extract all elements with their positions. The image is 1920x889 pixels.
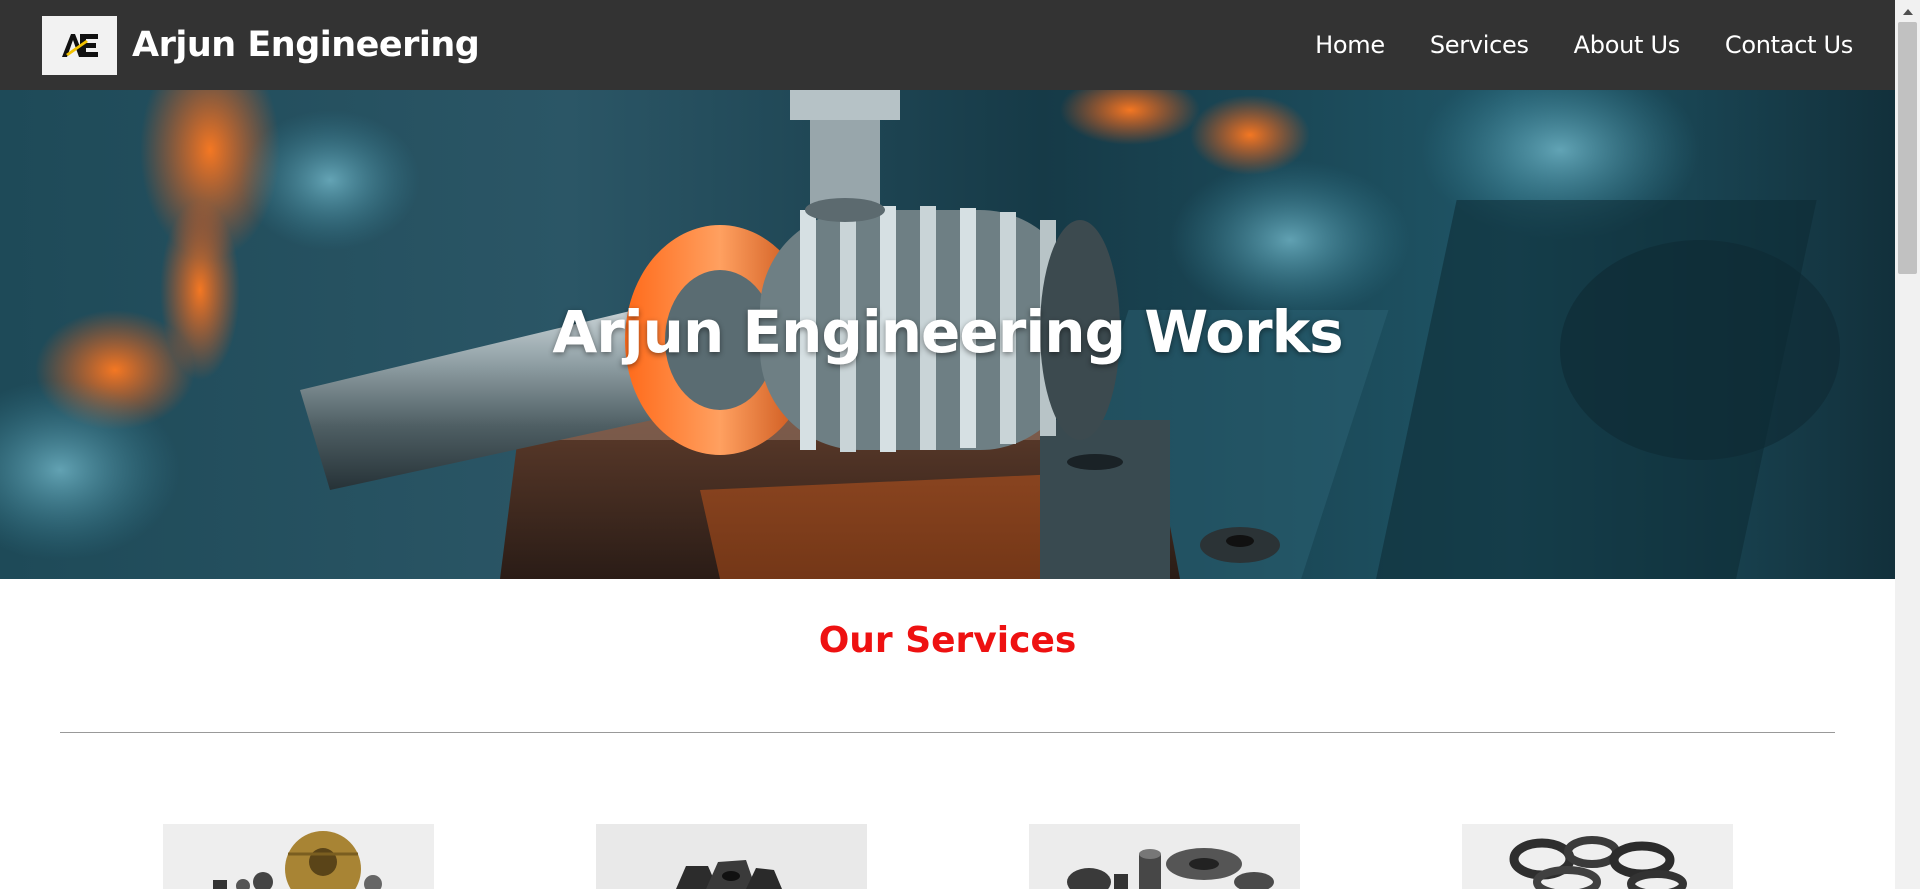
service-card-4[interactable] (1462, 824, 1733, 889)
page: Arjun Engineering Home Services About Us… (0, 0, 1895, 889)
scrollbar-thumb[interactable] (1898, 22, 1917, 274)
services-heading: Our Services (818, 620, 1077, 661)
brand-name: Arjun Engineering (132, 25, 480, 65)
nav-about-us[interactable]: About Us (1574, 31, 1681, 59)
nav-services[interactable]: Services (1430, 31, 1529, 59)
service-image-bolts (1029, 824, 1300, 889)
service-card-3[interactable] (1029, 824, 1300, 889)
service-image-nuts (596, 824, 867, 889)
nav-home[interactable]: Home (1315, 31, 1385, 59)
hero-title: Arjun Engineering Works (552, 298, 1343, 366)
logo-mark-icon (61, 34, 98, 57)
section-divider (60, 732, 1835, 733)
service-image-gear (163, 824, 434, 889)
service-card-2[interactable] (596, 824, 867, 889)
nav-contact-us[interactable]: Contact Us (1725, 31, 1853, 59)
caret-up-icon[interactable] (1895, 0, 1920, 22)
service-card-1[interactable] (163, 824, 434, 889)
service-image-rings (1462, 824, 1733, 889)
main-nav: Home Services About Us Contact Us (1270, 0, 1853, 90)
brand-link[interactable]: Arjun Engineering (42, 15, 480, 75)
company-logo (42, 15, 117, 75)
navbar: Arjun Engineering Home Services About Us… (0, 0, 1895, 90)
hero-banner: Arjun Engineering Works (0, 90, 1895, 579)
page-scrollbar[interactable] (1895, 0, 1920, 889)
